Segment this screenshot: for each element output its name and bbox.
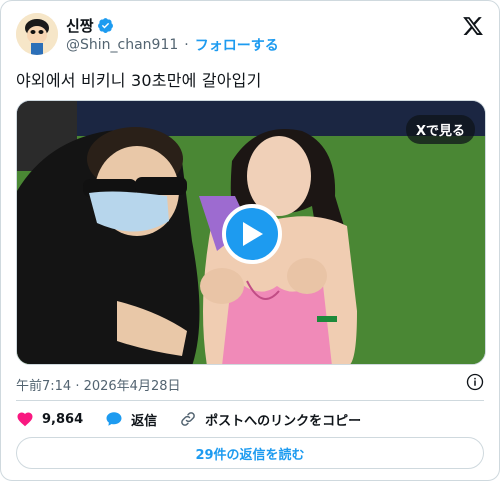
post-text: 야외에서 비키니 30초만에 갈아입기 (16, 71, 262, 90)
handle[interactable]: @Shin_chan911 (66, 37, 178, 53)
follow-button[interactable]: フォローする (195, 35, 279, 55)
name-row: 신짱 (66, 15, 114, 36)
verified-badge-icon (97, 18, 113, 33)
reply-label: 返信 (131, 413, 158, 429)
post-timestamp[interactable]: 午前7:14 · 2026年4月28日 (16, 375, 181, 394)
view-on-x-button[interactable]: Xで見る (405, 115, 475, 144)
reply-button[interactable]: 返信 (105, 410, 157, 429)
like-count: 9,864 (42, 411, 84, 427)
copy-link-label: ポストへのリンクをコピー (205, 413, 362, 429)
divider (16, 400, 484, 401)
post-header: 신짱 @Shin_chan911 · フォローする (16, 13, 484, 57)
embedded-post-card: 신짱 @Shin_chan911 · フォローする 야외에서 비키니 30초만에… (0, 0, 500, 481)
like-button[interactable]: 9,864 (16, 410, 83, 428)
display-name[interactable]: 신짱 (66, 15, 94, 36)
play-button[interactable] (222, 204, 282, 264)
handle-row: @Shin_chan911 · フォローする (66, 35, 279, 55)
info-icon[interactable] (466, 373, 484, 391)
x-logo-icon[interactable] (462, 15, 484, 37)
copy-link-button[interactable]: ポストへのリンクをコピー (179, 410, 361, 429)
avatar[interactable] (16, 13, 58, 55)
separator-dot: · (184, 37, 189, 53)
video-thumbnail[interactable]: Xで見る (16, 100, 486, 365)
reply-bubble-icon (106, 412, 122, 426)
heart-icon (17, 412, 33, 427)
read-replies-button[interactable]: 29件の返信を読む (16, 437, 484, 469)
action-bar: 9,864 返信 ポストへのリンクをコピー (16, 408, 383, 430)
play-icon (243, 222, 263, 246)
link-icon (181, 412, 196, 426)
